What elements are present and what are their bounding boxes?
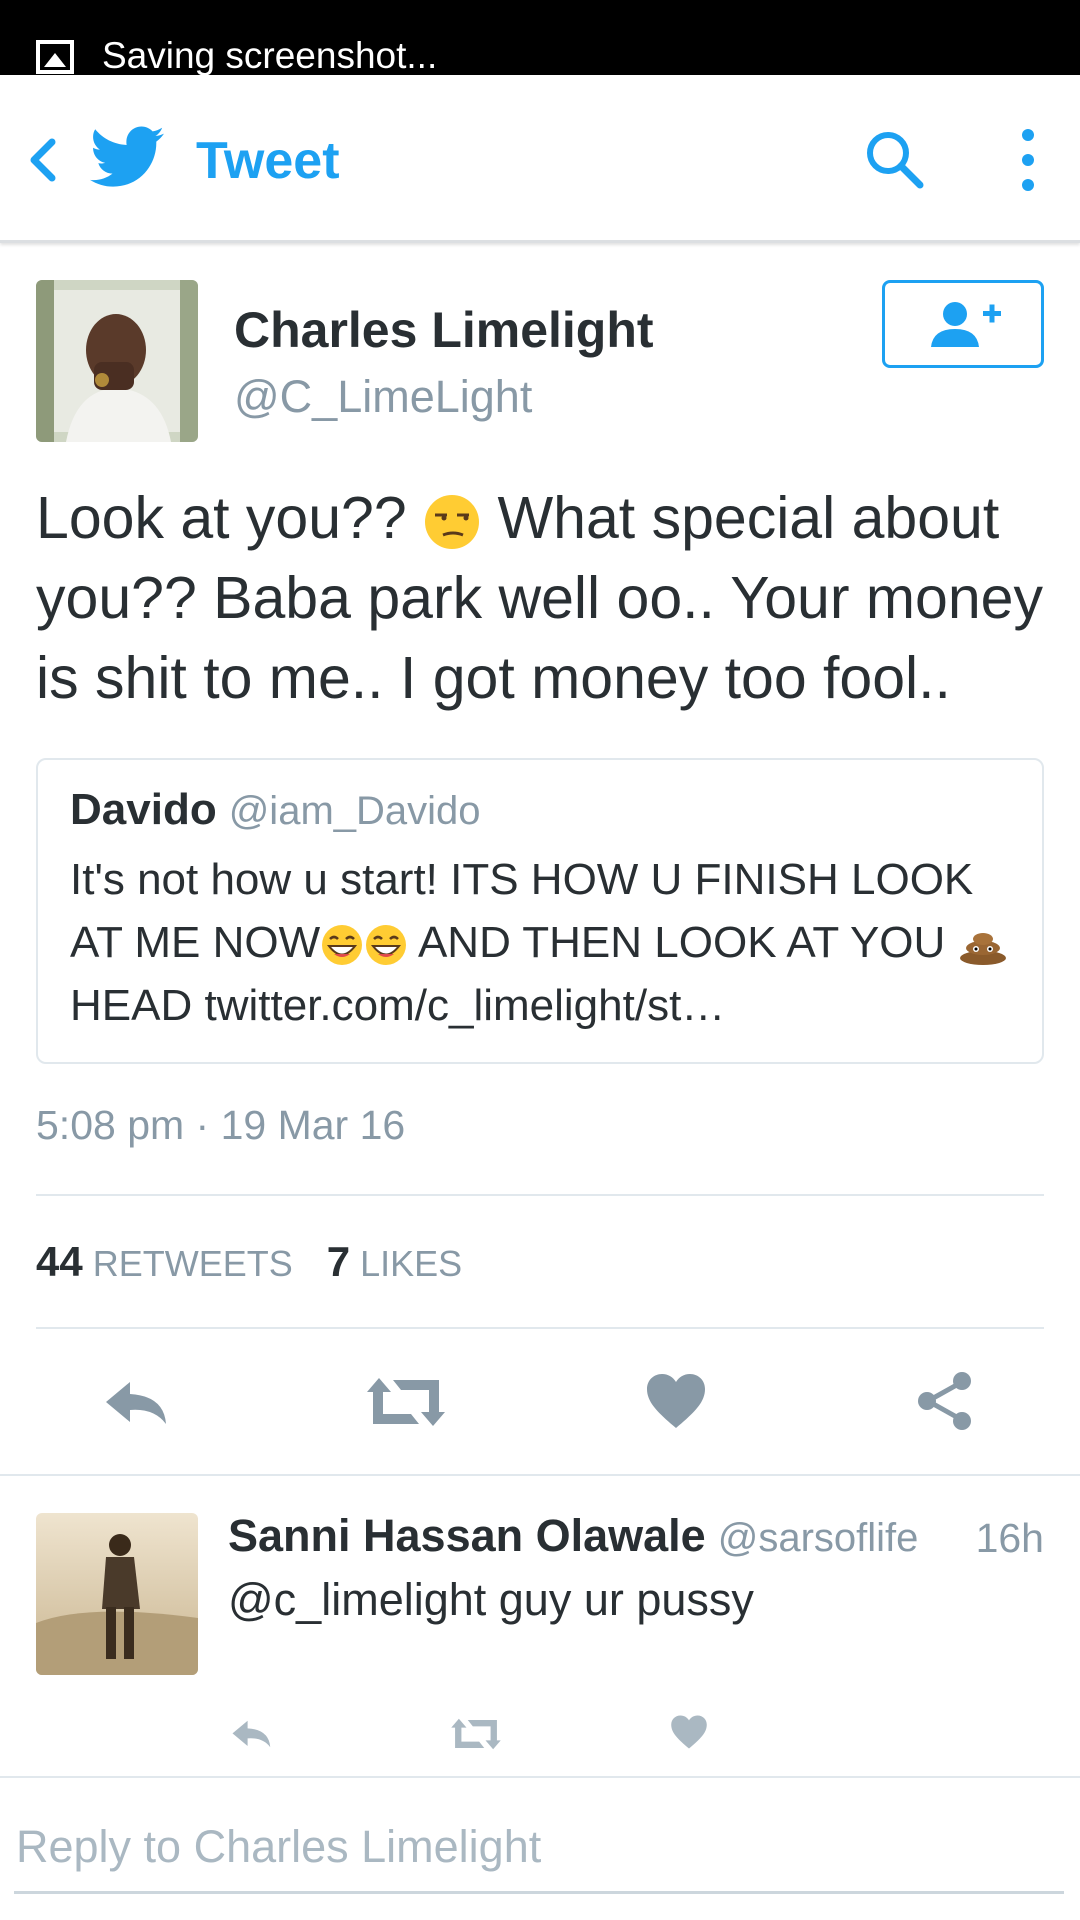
page-title: Tweet bbox=[196, 132, 340, 190]
app-bar: Tweet bbox=[0, 75, 1080, 243]
divider bbox=[36, 1327, 1044, 1329]
divider bbox=[36, 1194, 1044, 1196]
reply-compose-bar bbox=[0, 1776, 1080, 1920]
grinning-face-icon bbox=[366, 925, 407, 966]
status-notification: Saving screenshot... bbox=[102, 35, 438, 76]
quoted-tweet-text: It's not how u start! ITS HOW U FINISH L… bbox=[70, 848, 1030, 1037]
quoted-tweet-link[interactable]: twitter.com/c_limelight/st… bbox=[204, 981, 725, 1030]
quoted-author-handle: @iam_Davido bbox=[228, 789, 481, 833]
retweets-count: 44 bbox=[36, 1238, 83, 1285]
screenshot-icon bbox=[36, 40, 74, 74]
like-heart-icon[interactable] bbox=[670, 1714, 708, 1750]
divider bbox=[0, 1474, 1080, 1476]
tweet-text: Look at you?? What special about you?? B… bbox=[36, 478, 1046, 718]
share-icon[interactable] bbox=[914, 1370, 976, 1432]
reply-author-name[interactable]: Sanni Hassan Olawale bbox=[228, 1510, 706, 1561]
reply-avatar-image bbox=[36, 1513, 198, 1675]
grinning-face-icon bbox=[322, 925, 363, 966]
likes-label: LIKES bbox=[360, 1243, 463, 1284]
quoted-text-part: AND THEN LOOK AT YOU bbox=[408, 918, 958, 967]
likes-count: 7 bbox=[326, 1238, 351, 1285]
reply-author: Sanni Hassan Olawale @sarsoflife bbox=[228, 1508, 918, 1566]
unamused-face-icon bbox=[425, 495, 480, 550]
reply-icon[interactable] bbox=[230, 1718, 274, 1750]
reply-author-handle[interactable]: @sarsoflife bbox=[718, 1516, 919, 1560]
quoted-text-part: HEAD bbox=[70, 981, 205, 1030]
like-heart-icon[interactable] bbox=[645, 1372, 707, 1430]
reply-time: 16h bbox=[975, 1515, 1044, 1561]
twitter-bird-icon bbox=[90, 126, 164, 187]
tweet-timestamp: 5:08 pm · 19 Mar 16 bbox=[36, 1102, 406, 1148]
add-user-icon bbox=[931, 302, 1001, 347]
tweet-stats: 44 RETWEETS 7 LIKES bbox=[36, 1236, 462, 1290]
reply-avatar[interactable] bbox=[36, 1513, 198, 1675]
quoted-author: Davido @iam_Davido bbox=[70, 782, 481, 839]
quoted-tweet-card[interactable]: Davido @iam_Davido It's not how u start! … bbox=[36, 758, 1044, 1064]
author-handle[interactable]: @C_LimeLight bbox=[234, 370, 532, 424]
quoted-author-name: Davido bbox=[70, 785, 217, 834]
status-bar: Saving screenshot... bbox=[0, 0, 1080, 76]
retweet-icon[interactable] bbox=[365, 1374, 447, 1430]
reply-text: @c_limelight guy ur pussy bbox=[228, 1574, 754, 1625]
back-icon[interactable] bbox=[22, 130, 62, 190]
author-name[interactable]: Charles Limelight bbox=[234, 300, 654, 360]
retweet-icon[interactable] bbox=[450, 1716, 502, 1752]
reply-input[interactable] bbox=[14, 1802, 1064, 1894]
pile-of-poo-icon bbox=[959, 933, 1006, 966]
avatar-image bbox=[36, 280, 198, 442]
tweet-text-part: Look at you?? bbox=[36, 485, 424, 551]
retweets-label: RETWEETS bbox=[92, 1243, 293, 1284]
retweets-stat[interactable]: 44 RETWEETS bbox=[36, 1238, 293, 1285]
likes-stat[interactable]: 7 LIKES bbox=[326, 1238, 463, 1285]
avatar[interactable] bbox=[36, 280, 198, 442]
more-vert-icon[interactable] bbox=[1010, 127, 1046, 197]
follow-button[interactable] bbox=[882, 280, 1044, 368]
reply-icon[interactable] bbox=[102, 1378, 172, 1428]
search-icon[interactable] bbox=[862, 127, 928, 193]
